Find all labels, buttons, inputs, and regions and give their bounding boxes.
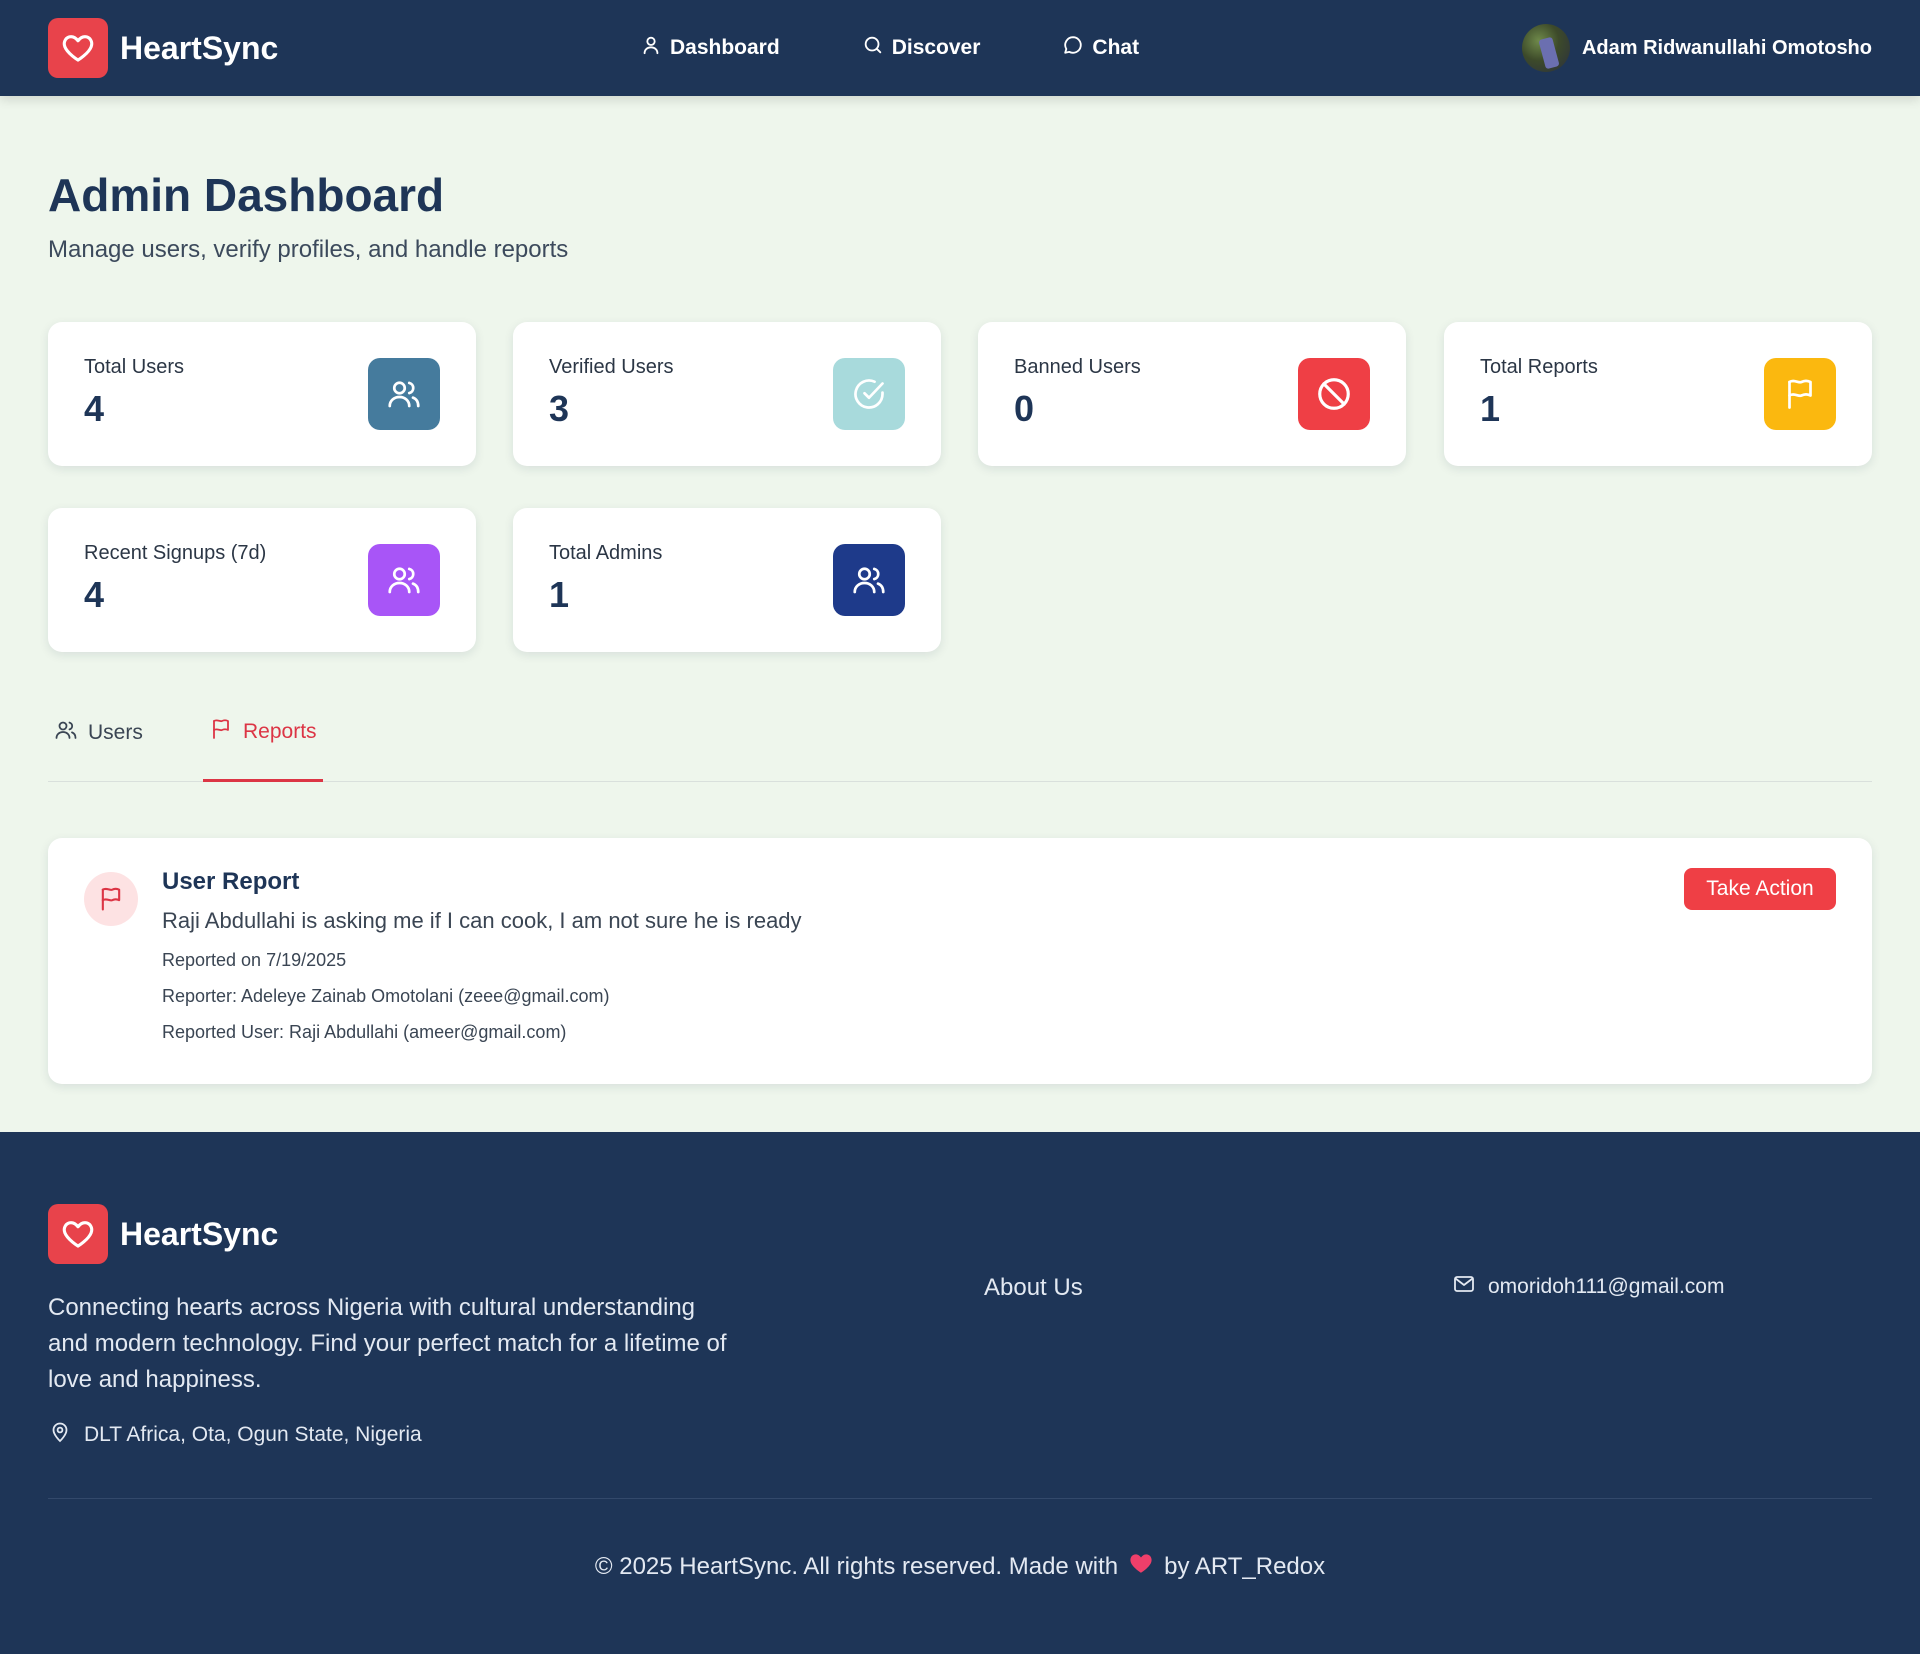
stat-label: Verified Users	[549, 356, 674, 378]
stat-card-banned-users: Banned Users 0	[978, 322, 1406, 466]
users-icon	[368, 358, 440, 430]
page-title: Admin Dashboard	[48, 169, 445, 221]
stat-value: 1	[1480, 388, 1501, 429]
flag-icon	[84, 872, 138, 926]
stat-label: Banned Users	[1014, 356, 1141, 378]
heart-icon	[48, 1204, 108, 1264]
ban-icon	[1298, 358, 1370, 430]
stat-card-total-users: Total Users 4	[48, 322, 476, 466]
tab-reports[interactable]: Reports	[203, 684, 323, 782]
footer-location-text: DLT Africa, Ota, Ogun State, Nigeria	[84, 1423, 422, 1446]
footer-description: Connecting hearts across Nigeria with cu…	[48, 1294, 727, 1393]
stat-card-recent-signups: Recent Signups (7d) 4	[48, 508, 476, 652]
user-menu[interactable]: Adam Ridwanullahi Omotosho	[1521, 0, 1872, 96]
tab-reports-label: Reports	[243, 719, 317, 743]
stat-label: Total Admins	[549, 542, 663, 564]
admin-tabs: Users Reports	[48, 684, 1872, 782]
nav-chat[interactable]: Chat	[1062, 34, 1139, 62]
map-pin-icon	[48, 1420, 72, 1450]
nav-chat-label: Chat	[1092, 36, 1140, 59]
heart-icon	[48, 18, 108, 78]
user-name: Adam Ridwanullahi Omotosho	[1581, 36, 1872, 59]
nav-discover[interactable]: Discover	[862, 34, 981, 62]
stat-value: 3	[549, 388, 570, 429]
copyright-text-start: © 2025 HeartSync. All rights reserved. M…	[594, 1552, 1119, 1580]
flag-icon	[209, 717, 233, 747]
brand-logo[interactable]: HeartSync	[48, 18, 278, 78]
chat-icon	[1062, 34, 1084, 62]
users-icon	[54, 718, 78, 748]
stat-card-total-admins: Total Admins 1	[513, 508, 941, 652]
stat-value: 1	[549, 574, 570, 615]
stat-value: 4	[84, 388, 105, 429]
users-icon	[833, 544, 905, 616]
footer-email-text: omoridoh111@gmail.com	[1488, 1275, 1725, 1298]
footer-divider	[48, 1498, 1872, 1499]
stat-label: Total Reports	[1480, 356, 1598, 378]
footer-location: DLT Africa, Ota, Ogun State, Nigeria	[48, 1420, 422, 1450]
stat-card-total-reports: Total Reports 1	[1444, 322, 1872, 466]
mail-icon	[1452, 1272, 1476, 1302]
nav-discover-label: Discover	[891, 36, 981, 59]
flag-icon	[1764, 358, 1836, 430]
page-subtitle: Manage users, verify profiles, and handl…	[48, 236, 569, 263]
footer-brand-name: HeartSync	[120, 1215, 279, 1252]
report-card: User Report Raji Abdullahi is asking me …	[48, 838, 1872, 1084]
search-icon	[862, 34, 884, 62]
about-us-link[interactable]: About Us	[984, 1274, 1083, 1302]
footer: HeartSync Connecting hearts across Niger…	[0, 1132, 1920, 1654]
report-title: User Report	[162, 868, 300, 895]
report-reported-user: Reported User: Raji Abdullahi (ameer@gma…	[162, 1022, 567, 1042]
nav-dashboard-label: Dashboard	[670, 36, 780, 59]
tab-users-label: Users	[88, 721, 143, 744]
stat-card-verified-users: Verified Users 3	[513, 322, 941, 466]
users-icon	[368, 544, 440, 616]
check-circle-icon	[833, 358, 905, 430]
take-action-button[interactable]: Take Action	[1684, 868, 1836, 910]
main-nav: Dashboard Discover Chat	[640, 0, 1221, 96]
user-icon	[640, 34, 662, 62]
report-reporter: Reporter: Adeleye Zainab Omotolani (zeee…	[162, 986, 610, 1006]
stat-label: Total Users	[84, 356, 185, 378]
copyright-text-end: by ART_Redox	[1164, 1552, 1326, 1580]
avatar	[1521, 24, 1570, 72]
stat-value: 4	[84, 574, 105, 615]
footer-brand[interactable]: HeartSync	[48, 1204, 278, 1264]
heart-emoji-icon	[1128, 1550, 1154, 1583]
stat-value: 0	[1014, 388, 1035, 429]
copyright: © 2025 HeartSync. All rights reserved. M…	[0, 1550, 1920, 1583]
brand-name: HeartSync	[120, 29, 279, 66]
tab-users[interactable]: Users	[48, 684, 149, 782]
report-message: Raji Abdullahi is asking me if I can coo…	[162, 908, 802, 933]
footer-email[interactable]: omoridoh111@gmail.com	[1452, 1272, 1724, 1302]
report-date: Reported on 7/19/2025	[162, 950, 347, 970]
nav-dashboard[interactable]: Dashboard	[640, 34, 780, 62]
stat-label: Recent Signups (7d)	[84, 542, 267, 564]
top-navbar: HeartSync Dashboard Discover Chat Adam R…	[0, 0, 1920, 96]
